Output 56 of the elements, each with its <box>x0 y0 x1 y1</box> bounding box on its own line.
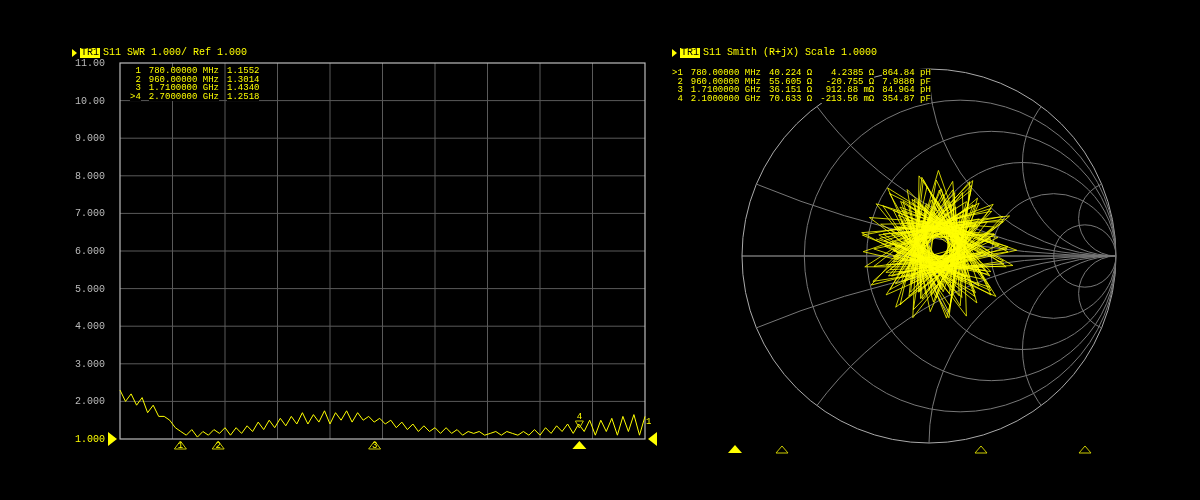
trace-header: S11 Smith (R+jX) Scale 1.0000 <box>703 47 878 58</box>
marker-frequency: 780.00000 MHz <box>690 69 762 78</box>
marker-equivalent: 354.87 pF <box>882 94 931 103</box>
marker-pointer-icon <box>672 48 677 57</box>
y-axis-label: 4.000 <box>75 321 105 333</box>
marker-label: 2 <box>215 441 221 451</box>
y-axis-label: 8.000 <box>75 170 105 182</box>
trace-badge: TR1 <box>80 47 100 58</box>
marker-number: >1 <box>672 69 683 78</box>
marker-resistance: 40.224 Ω <box>769 69 813 78</box>
marker-icon[interactable] <box>974 445 988 454</box>
marker-icon[interactable] <box>173 440 187 450</box>
marker-number: >4 <box>130 92 141 101</box>
active-marker-icon[interactable] <box>728 445 742 453</box>
marker-value: 1.1552 <box>227 67 260 76</box>
active-marker-icon[interactable] <box>572 441 587 449</box>
marker-value: 1.3014 <box>227 75 260 84</box>
reference-right-icon <box>648 432 657 446</box>
marker-reactance: -213.56 mΩ <box>820 94 875 103</box>
marker-frequency: 780.00000 MHz <box>148 67 220 76</box>
marker-equivalent: 864.84 pH <box>882 69 931 78</box>
y-axis-label: 10.00 <box>75 95 105 107</box>
y-axis-label: 3.000 <box>75 358 105 370</box>
marker-label: 3 <box>371 441 378 451</box>
marker-equivalent: 84.964 pH <box>882 86 931 95</box>
marker-resistance: 36.151 Ω <box>769 86 813 95</box>
marker-value: 1.4340 <box>227 84 260 93</box>
marker-frequency: 960.00000 MHz <box>690 77 762 86</box>
marker-frequency: 960.00000 MHz <box>148 75 220 84</box>
marker-icon[interactable] <box>1078 445 1092 454</box>
trace-badge: TR1 <box>680 47 700 58</box>
y-axis-label: 5.000 <box>75 283 105 295</box>
y-axis-label: 9.000 <box>75 133 105 145</box>
marker-icon[interactable] <box>368 440 382 450</box>
y-axis-label: 7.000 <box>75 208 105 220</box>
marker-icon[interactable] <box>211 440 225 450</box>
trace-marker-label: 1 <box>646 417 652 427</box>
y-axis-label: 1.000 <box>75 434 105 445</box>
marker-pointer-icon <box>72 48 77 57</box>
marker-pointer-icon <box>574 420 584 429</box>
marker-frequency: 1.7100000 GHz <box>690 86 762 95</box>
trace-header: S11 SWR 1.000/ Ref 1.000 <box>103 47 248 58</box>
marker-icon[interactable] <box>775 445 789 454</box>
marker-resistance: 55.605 Ω <box>769 77 813 86</box>
marker-frequency: 2.1000000 GHz <box>690 94 762 103</box>
marker-frequency: 1.7100000 GHz <box>148 84 220 93</box>
marker-label: 1 <box>177 441 184 451</box>
y-axis-label: 2.000 <box>75 396 105 408</box>
marker-equivalent: 7.9880 pF <box>882 77 931 86</box>
marker-value: 1.2518 <box>227 92 260 101</box>
marker-resistance: 70.633 Ω <box>769 94 813 103</box>
y-axis-label: 11.00 <box>75 58 105 69</box>
y-axis-label: 6.000 <box>75 246 105 257</box>
marker-label: 4 <box>576 412 583 422</box>
marker-frequency: 2.7000000 GHz <box>148 92 220 101</box>
reference-left-icon <box>108 432 117 446</box>
